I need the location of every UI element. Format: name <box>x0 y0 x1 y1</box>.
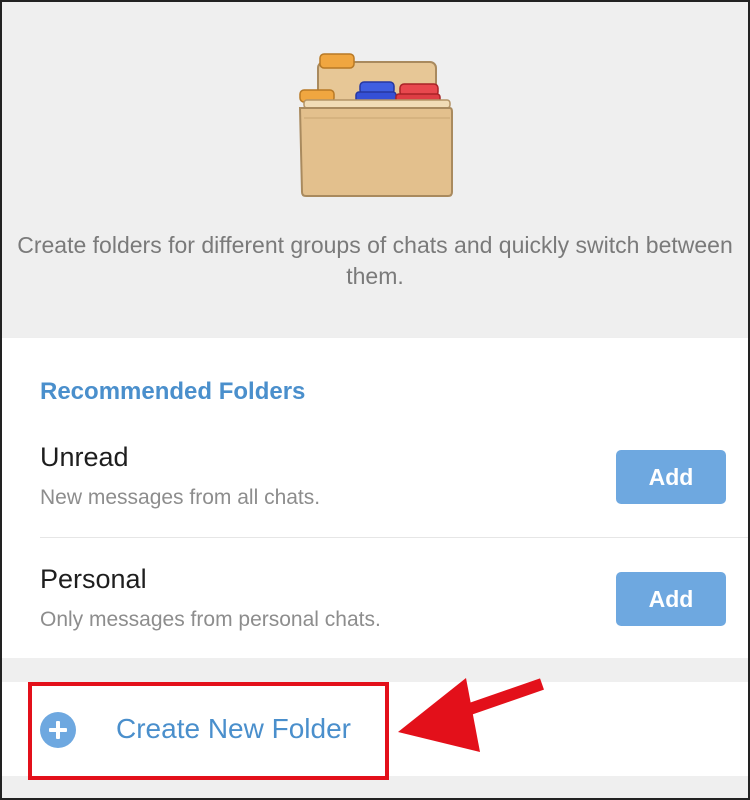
app-frame: Create folders for different groups of c… <box>0 0 750 800</box>
section-gap <box>2 658 748 682</box>
folder-cabinet-icon <box>298 53 453 197</box>
folder-row-personal: Personal Only messages from personal cha… <box>2 542 748 660</box>
recommended-folders-card: Recommended Folders Unread New messages … <box>2 338 748 658</box>
divider <box>40 537 748 538</box>
plus-circle-icon <box>40 712 76 748</box>
section-title: Recommended Folders <box>40 378 306 405</box>
folder-description: Only messages from personal chats. <box>40 608 381 631</box>
red-arrow-icon <box>398 678 544 752</box>
folders-hero: Create folders for different groups of c… <box>2 2 748 338</box>
folder-name: Unread <box>40 442 129 472</box>
folders-description: Create folders for different groups of c… <box>17 232 733 289</box>
folder-name: Personal <box>40 564 147 594</box>
folder-row-unread: Unread New messages from all chats. Add <box>2 420 748 538</box>
add-unread-button[interactable]: Add <box>616 450 726 504</box>
create-new-folder-button[interactable]: Create New Folder <box>2 682 748 776</box>
add-personal-button[interactable]: Add <box>616 572 726 626</box>
folder-description: New messages from all chats. <box>40 486 321 509</box>
bottom-strip <box>2 776 748 798</box>
create-new-folder-label: Create New Folder <box>116 713 351 744</box>
